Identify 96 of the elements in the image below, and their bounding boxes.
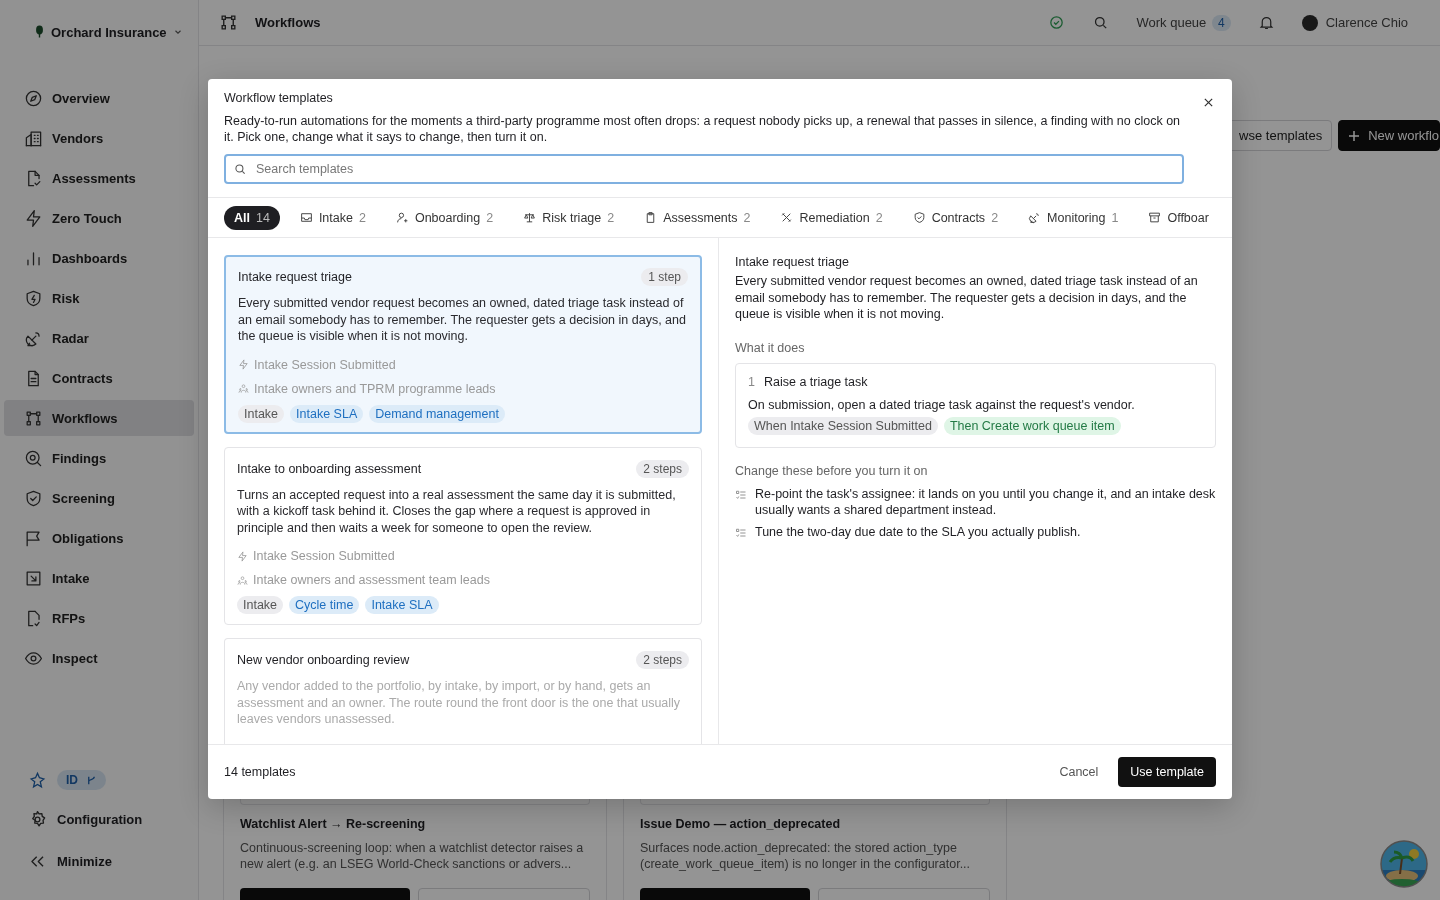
step-title: Raise a triage task — [763, 374, 868, 389]
sidebar-footer-item[interactable]: Configuration — [4, 800, 194, 838]
sidebar-item[interactable]: Zero Touch — [4, 200, 194, 236]
step-count: 2 steps — [636, 459, 689, 478]
cancel-button[interactable]: Cancel — [1047, 757, 1111, 787]
category-tab[interactable]: Remediation 2 — [770, 205, 893, 230]
audience-text: Intake owners and assessment team leads — [253, 573, 490, 587]
dialog-description: Ready-to-run automations for the moments a third-party programme most often drops: a request nobody picks up, a renewal that passes in silence, a finding with no clock on it. Pick one, change what it says to change, then turn it on. — [224, 113, 1182, 145]
scale-icon — [523, 211, 537, 224]
search-icon — [233, 162, 247, 176]
work-queue-button[interactable]: Work queue 4 — [1136, 15, 1231, 30]
sidebar-item[interactable]: Screening — [4, 480, 194, 516]
tag: Intake SLA — [290, 404, 364, 423]
category-tab[interactable]: Risk triage 2 — [513, 205, 625, 230]
step-count: 1 step — [641, 268, 688, 286]
tag: Intake — [238, 404, 285, 423]
step-count: 2 steps — [636, 651, 689, 669]
workflow-description: Continuous-screening loop: when a watchlist detector raises a new alert (e.g. an LSEG World-Check sanctions or advers... — [240, 840, 585, 872]
sidebar-item[interactable]: Radar — [4, 320, 194, 356]
workflow-icon — [219, 13, 238, 32]
template-card[interactable] — [224, 255, 702, 434]
check-circle-icon[interactable] — [1048, 14, 1066, 31]
template-title: Intake to onboarding assessment — [237, 461, 422, 476]
step-number: 1 — [748, 374, 755, 389]
sidebar-item[interactable]: Contracts — [4, 360, 194, 396]
inbox-icon — [299, 211, 313, 224]
page-title: Workflows — [255, 15, 321, 30]
checklist-icon — [735, 488, 747, 501]
template-description: Turns an accepted request into a real assessment the same day it is submitted, with a kickoff task behind it. Closes the gap where a request is approved in principle and then waits a week for someone to open the review. — [237, 486, 677, 536]
bolt-icon — [238, 359, 249, 370]
sidebar-item[interactable]: Risk — [4, 280, 194, 316]
detail-title: Intake request triage — [735, 255, 850, 269]
close-icon[interactable] — [1203, 97, 1214, 108]
bolt-icon — [237, 550, 248, 562]
trigger-text: Intake Session Submitted — [253, 549, 395, 563]
section-heading: Change these before you turn it on — [735, 463, 929, 478]
detail-description: Every submitted vendor request becomes an owned, dated triage task instead of an email somebody has to remember. The requester gets a decision in days, and the queue is visible when it is not moving. — [735, 273, 1199, 323]
sidebar-item[interactable]: Vendors — [4, 120, 194, 156]
id-badge[interactable]: ID — [57, 770, 106, 790]
template-description: Every submitted vendor request becomes an owned, dated triage task instead of an email somebody has to remember. The requester gets a decision in days, and the queue is visible when it is not moving. — [238, 295, 687, 345]
template-count: 14 templates — [224, 765, 296, 779]
use-template-button[interactable]: Use template — [1118, 757, 1216, 787]
tag: Demand management — [369, 404, 505, 423]
people-icon — [237, 574, 248, 586]
checklist-icon — [735, 526, 747, 539]
section-heading: What it does — [735, 340, 806, 355]
category-tab[interactable]: Intake 2 — [289, 205, 376, 230]
category-tab[interactable]: All 14 — [224, 205, 280, 230]
step-chip: When Intake Session Submitted — [748, 416, 938, 435]
tag: Intake SLA — [365, 596, 439, 614]
change-item: Tune the two-day due date to the SLA you actually publish. — [755, 523, 1081, 540]
dialog-title: Workflow templates — [224, 91, 334, 105]
tag: Intake — [237, 596, 284, 614]
workflow-description: Surfaces node.action_deprecated: the stored action_type (create_work_queue_item) is no longer in the configurator... — [640, 840, 972, 872]
category-tab[interactable]: Contracts 2 — [902, 205, 1009, 230]
page-action-button[interactable]: New workflo — [1338, 120, 1440, 151]
step-chip: Then Create work queue item — [943, 416, 1121, 435]
shield-check-icon — [24, 488, 43, 508]
step-description: On submission, open a dated triage task against the request's vendor. — [748, 397, 1136, 412]
user-menu[interactable]: Clarence Chio — [1301, 14, 1408, 31]
dish-icon — [1028, 211, 1042, 224]
sidebar-item[interactable]: Intake — [4, 560, 194, 596]
change-item: Re-point the task's assignee: it lands on you until you change it, and an intake desk usually wants a shared department instead. — [755, 485, 1216, 519]
category-tab[interactable]: Assessments 2 — [634, 205, 761, 230]
workflow-title: Watchlist Alert → Re-screening — [240, 817, 427, 831]
workflow-title: Issue Demo — action_deprecated — [640, 817, 842, 831]
sidebar-item[interactable]: Inspect — [4, 640, 194, 676]
sidebar-item[interactable]: Findings — [4, 440, 194, 476]
org-name[interactable]: Orchard Insurance — [51, 24, 167, 40]
template-title: New vendor onboarding review — [237, 653, 410, 667]
compass-icon — [24, 88, 43, 108]
audience-text: Intake owners and TPRM programme leads — [254, 381, 496, 396]
people-icon — [238, 383, 249, 394]
sidebar-item[interactable]: Dashboards — [4, 240, 194, 276]
user-plus-icon — [395, 211, 409, 224]
search-field[interactable]: Search templates — [224, 154, 1184, 184]
category-tab[interactable]: Monitoring 1 — [1018, 205, 1129, 230]
trigger-text: Intake Session Submitted — [254, 357, 396, 372]
template-description: Any vendor added to the portfolio, by intake, by import, or by hand, gets an assessment and an owner. The route round the front door is the one that usually leaves vendors unassessed. — [237, 678, 682, 728]
archive-icon — [1148, 211, 1162, 224]
category-tab[interactable]: Onboarding 2 — [385, 205, 504, 230]
sidebar-item[interactable]: Workflows — [4, 400, 194, 436]
sidebar-item[interactable]: Assessments — [4, 160, 194, 196]
template-title: Intake request triage — [238, 270, 352, 284]
plus-icon — [1348, 129, 1361, 142]
sidebar-footer-item[interactable]: Minimize — [4, 842, 194, 880]
sidebar-item[interactable]: Overview — [4, 80, 194, 116]
tag: Cycle time — [289, 596, 360, 614]
bolt-icon — [24, 208, 43, 228]
bell-icon[interactable] — [1257, 14, 1275, 31]
category-tab[interactable]: Offboar — [1138, 205, 1219, 230]
shield-bolt-icon — [24, 288, 43, 308]
sidebar-item[interactable]: RFPs — [4, 600, 194, 636]
tree-icon — [34, 25, 45, 39]
shield-check-icon — [912, 211, 926, 224]
sidebar-item[interactable]: Obligations — [4, 520, 194, 556]
